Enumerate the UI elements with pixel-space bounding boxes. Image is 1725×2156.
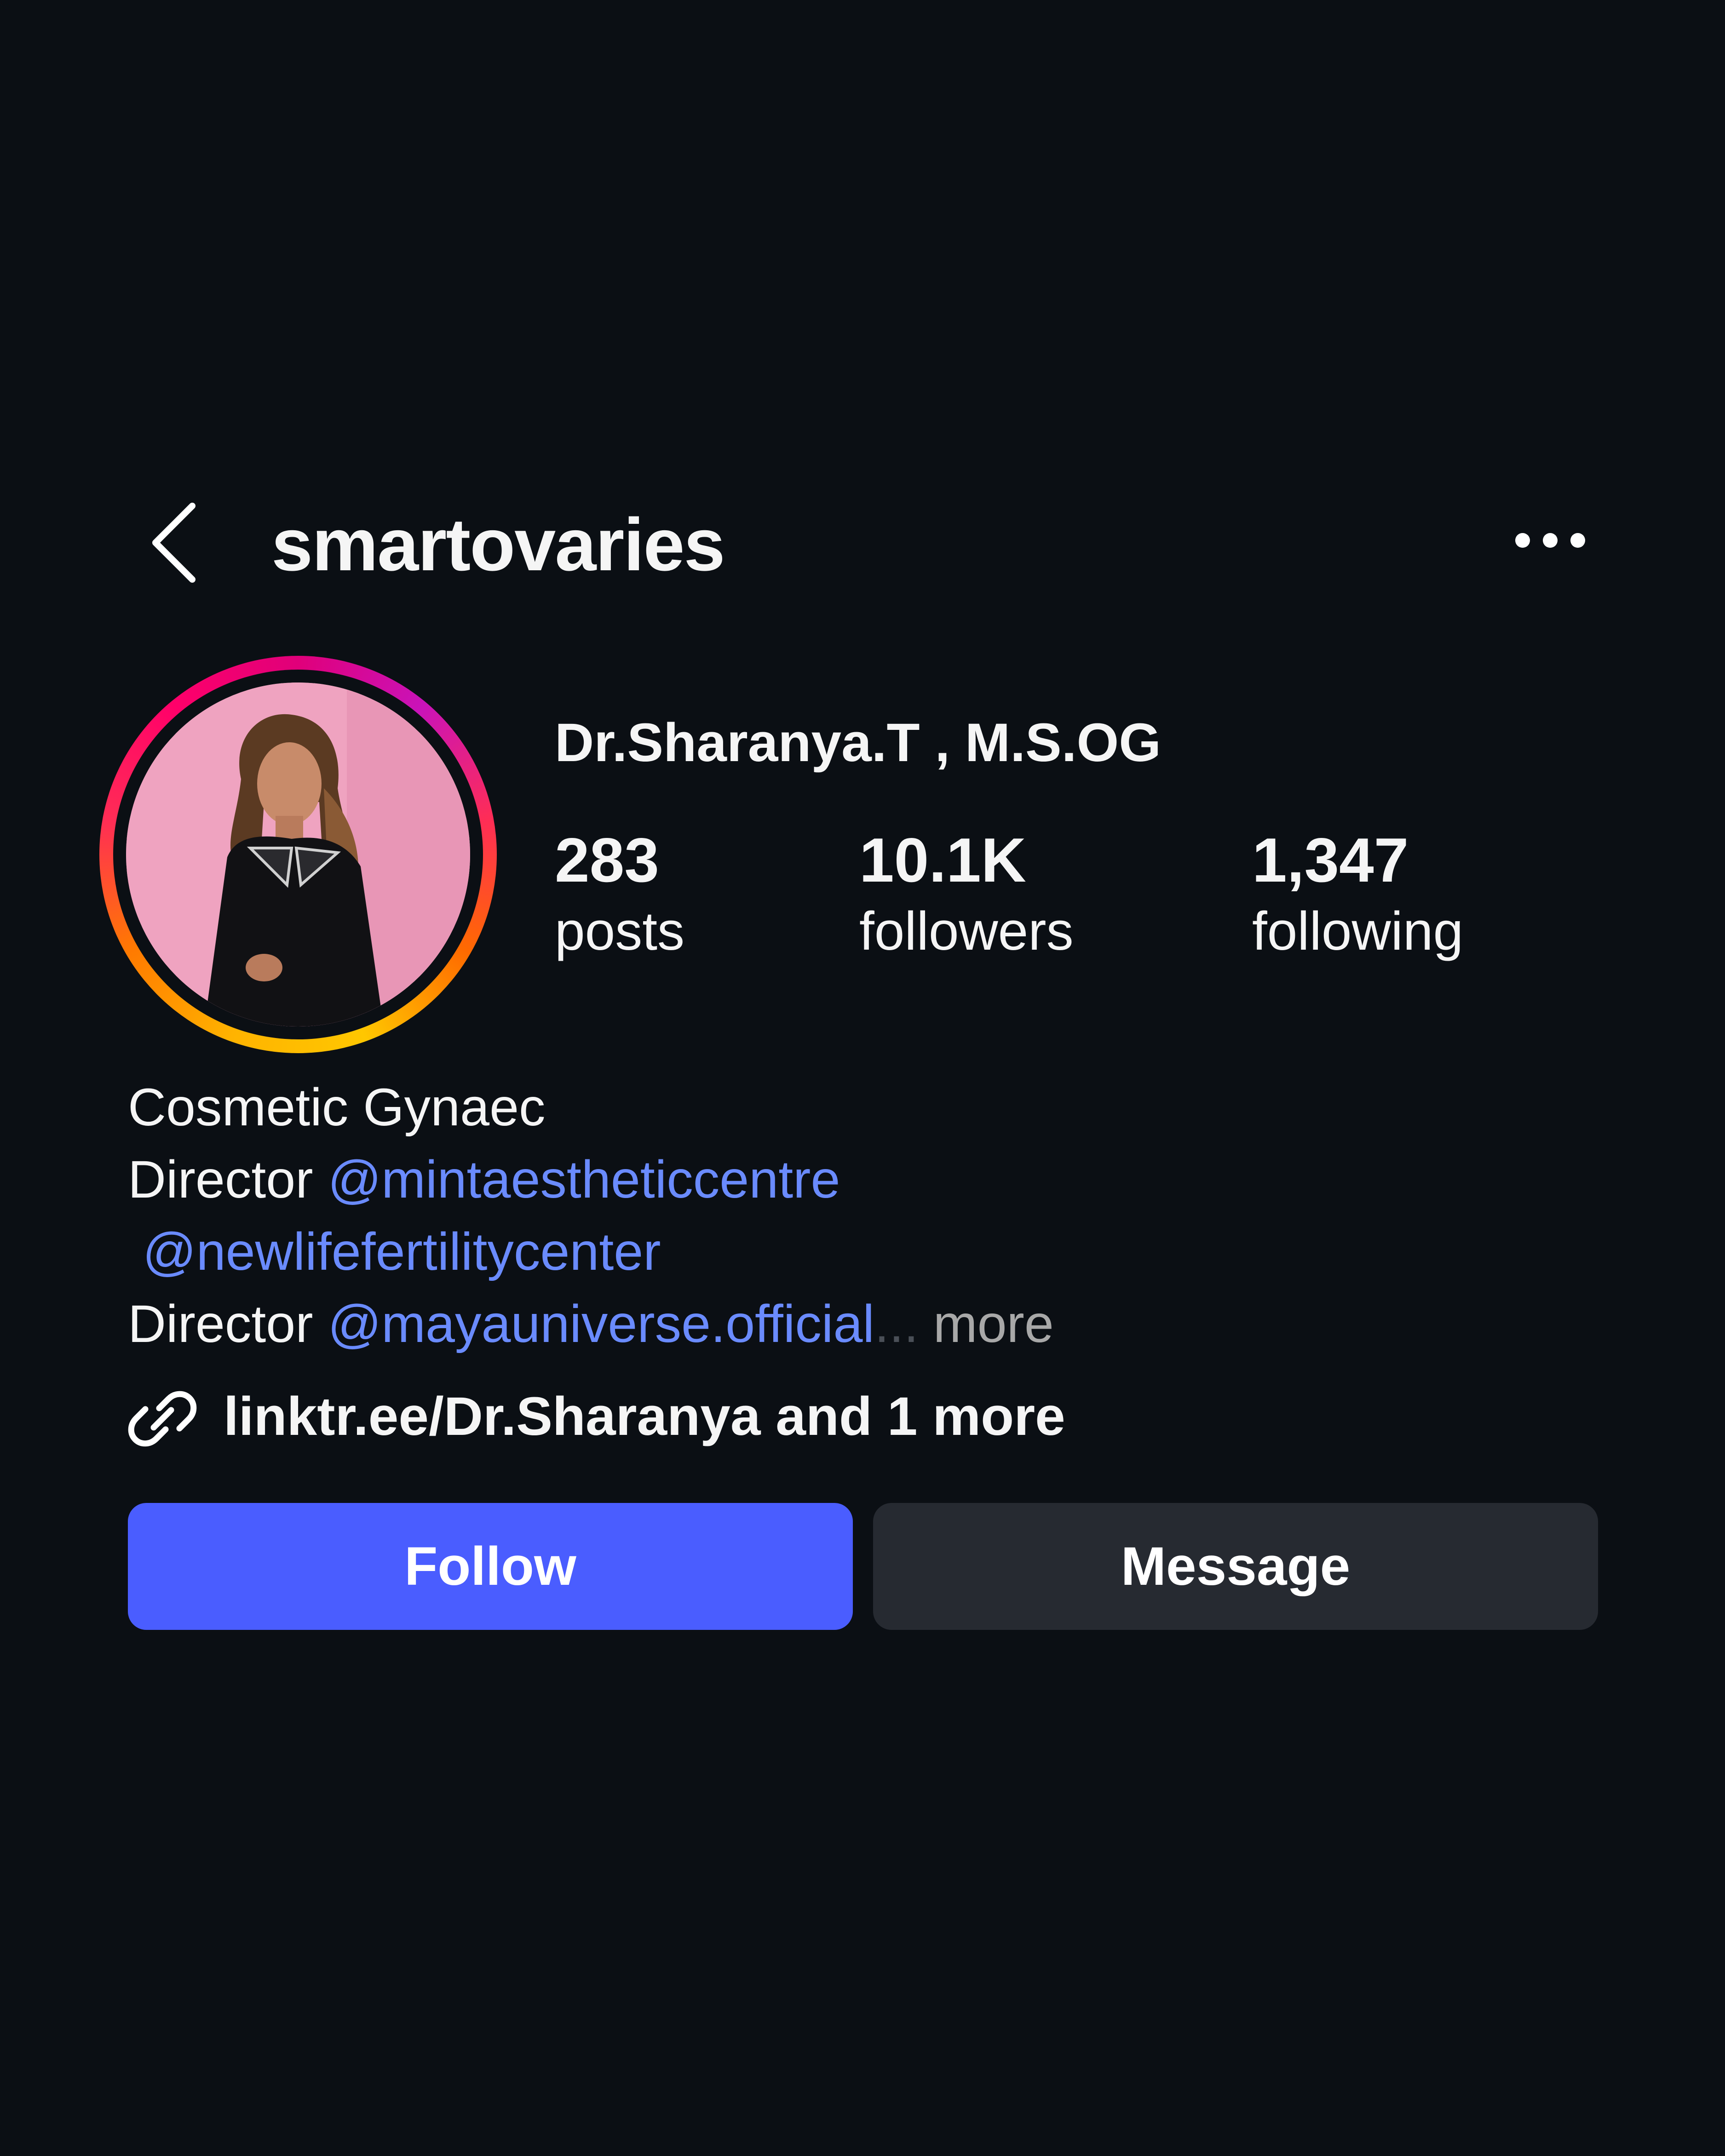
following-value: 1,347 [1252,825,1409,895]
followers-value: 10.1K [859,825,1026,895]
more-options-button[interactable] [1513,515,1587,566]
back-button[interactable] [138,497,212,589]
profile-username: smartovaries [271,503,725,586]
following-label: following [1252,901,1464,962]
posts-label: posts [555,901,685,962]
mention-link[interactable]: @mintaestheticcentre [328,1150,840,1209]
link-icon [128,1391,197,1447]
avatar[interactable] [99,656,497,1053]
link-text: linktr.ee/Dr.Sharanya and 1 more [224,1386,1065,1447]
followers-label: followers [859,901,1074,962]
follow-button[interactable]: Follow [128,1503,853,1630]
ellipsis-horizontal-icon [1515,533,1585,548]
posts-count[interactable]: 283 posts [555,823,684,966]
bio-text: Director [128,1150,328,1209]
profile-header: smartovaries [0,487,1725,593]
bio-more-button[interactable]: more [919,1295,1054,1353]
following-count[interactable]: 1,347 following [1252,823,1463,966]
message-button[interactable]: Message [873,1503,1598,1630]
profile-photo [126,682,470,1026]
bio-line: Cosmetic Gynaec [128,1078,546,1137]
bio-ellipsis: ... [874,1295,919,1353]
bio-line: Director @mayauniverse.official... more [128,1288,1054,1360]
mention-link[interactable]: @newlifefertilitycenter [143,1222,661,1281]
posts-value: 283 [555,825,659,895]
bio-line: @newlifefertilitycenter [128,1216,1054,1288]
mention-link[interactable]: @mayauniverse.official [328,1295,874,1353]
chevron-left-icon [152,503,196,583]
bio: Cosmetic Gynaec Director @mintaestheticc… [128,1072,1054,1360]
bio-line: Director @mintaestheticcentre [128,1144,1054,1216]
display-name: Dr.Sharanya.T , M.S.OG [555,712,1162,773]
bio-text: Director [128,1295,328,1353]
followers-count[interactable]: 10.1K followers [859,823,1074,966]
